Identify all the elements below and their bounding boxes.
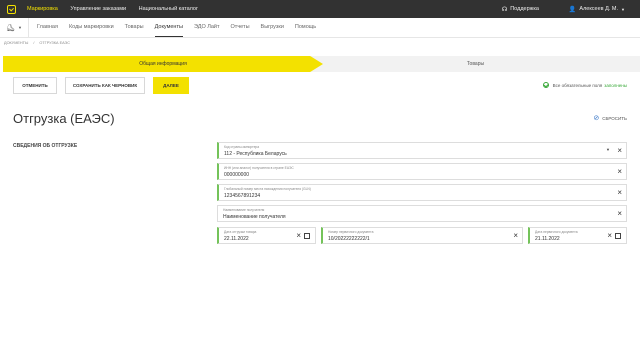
cancel-button[interactable]: ОТМЕНИТЬ <box>13 77 57 94</box>
calendar-icon[interactable] <box>304 233 310 239</box>
doc-date-field[interactable]: Дата первичного документа 21.11.2022 × <box>528 227 627 244</box>
doc-date-label: Дата первичного документа <box>535 230 578 234</box>
top-navbar: Маркировка Управление заказами Националь… <box>0 0 640 18</box>
breadcrumb-documents[interactable]: Документы <box>4 41 28 45</box>
chevron-down-icon: ▼ <box>621 6 625 12</box>
country-value: 112 - Республика Беларусь <box>224 151 287 157</box>
inn-label: ИНН (или аналог) получателя в стране ЕАЭ… <box>224 166 294 170</box>
top-right: ☊ Поддержка 👤 Алексеев Д. М. ▼ <box>502 0 628 18</box>
step-products[interactable]: Товары <box>311 56 640 72</box>
gln-field[interactable]: Глобальный номер места нахождения получа… <box>217 184 627 201</box>
tab-reports[interactable]: Отчеты <box>231 18 250 37</box>
breadcrumb: Документы / Отгрузка ЕАЭС <box>4 41 70 45</box>
clear-icon[interactable]: × <box>617 209 622 219</box>
tab-home[interactable]: Главная <box>37 18 58 37</box>
validation-status: Все обязательные поля заполнены <box>542 82 627 88</box>
wizard-steps: Общая информация Товары <box>3 56 640 72</box>
top-nav-orders[interactable]: Управление заказами <box>70 6 126 12</box>
recipient-label: Наименование получателя <box>223 208 265 212</box>
reset-button[interactable]: ⊘ СБРОСИТЬ <box>593 114 627 122</box>
tab-documents[interactable]: Документы <box>154 18 183 37</box>
tab-edo-lite[interactable]: ЭДО Лайт <box>194 18 220 37</box>
tab-help[interactable]: Помощь <box>295 18 316 37</box>
inn-field[interactable]: ИНН (или аналог) получателя в стране ЕАЭ… <box>217 163 627 180</box>
country-select[interactable]: Код страны-импортера 112 - Республика Бе… <box>217 142 627 159</box>
shoe-icon: ⛸ <box>6 24 15 32</box>
calendar-icon[interactable] <box>615 233 621 239</box>
product-group-selector[interactable]: ⛸ ▼ <box>0 17 29 38</box>
save-draft-button[interactable]: СОХРАНИТЬ КАК ЧЕРНОВИК <box>65 77 145 94</box>
recipient-name-field[interactable]: Наименование получателя Наименование пол… <box>217 205 627 222</box>
user-name: Алексеев Д. М. <box>579 6 619 12</box>
breadcrumb-current: Отгрузка ЕАЭС <box>39 41 71 45</box>
doc-number-field[interactable]: Номер первичного документа 10/2022222222… <box>321 227 523 244</box>
support-link[interactable]: ☊ Поддержка <box>502 6 539 13</box>
top-nav-catalog[interactable]: Национальный каталог <box>139 6 198 12</box>
inn-value: 000000000 <box>224 172 250 178</box>
clear-icon[interactable]: × <box>607 231 612 241</box>
check-circle-icon <box>542 82 549 88</box>
next-button[interactable]: ДАЛЕЕ <box>153 77 189 94</box>
headset-icon: ☊ <box>501 6 508 13</box>
doc-number-value: 10/20222222222/1 <box>328 236 370 242</box>
sub-nav: Главная Коды маркировки Товары Документы… <box>37 18 327 37</box>
recipient-value: Наименование получателя <box>223 214 286 220</box>
step-general-info[interactable]: Общая информация <box>3 56 323 72</box>
ship-date-value: 22.11.2022 <box>224 236 249 242</box>
ship-date-field[interactable]: Дата отгрузки товара 22.11.2022 × <box>217 227 316 244</box>
clear-icon[interactable]: × <box>617 188 622 198</box>
reset-label: СБРОСИТЬ <box>602 115 627 121</box>
doc-number-label: Номер первичного документа <box>328 230 374 234</box>
reset-icon: ⊘ <box>593 115 600 122</box>
top-nav: Маркировка Управление заказами Националь… <box>27 6 209 12</box>
clear-icon[interactable]: × <box>617 167 622 177</box>
top-nav-marking[interactable]: Маркировка <box>27 6 58 12</box>
clear-icon[interactable]: × <box>296 231 301 241</box>
tab-products[interactable]: Товары <box>125 18 144 37</box>
gln-value: 1234567891234 <box>224 193 261 199</box>
gln-label: Глобальный номер места нахождения получа… <box>224 187 311 191</box>
check-logo-icon[interactable] <box>7 4 16 14</box>
breadcrumb-separator: / <box>33 41 35 45</box>
page-title: Отгрузка (ЕАЭС) <box>13 111 115 126</box>
clear-icon[interactable]: × <box>513 231 518 241</box>
tab-exports[interactable]: Выгрузки <box>261 18 284 37</box>
section-navbar: ⛸ ▼ Главная Коды маркировки Товары Докуме… <box>0 17 640 38</box>
chevron-down-icon: ▼ <box>17 25 22 30</box>
user-menu[interactable]: 👤 Алексеев Д. М. ▼ <box>569 6 628 13</box>
clear-icon[interactable]: × <box>617 146 622 156</box>
validation-text: Все обязательные поля <box>552 82 603 88</box>
support-label: Поддержка <box>510 6 539 12</box>
action-buttons: ОТМЕНИТЬ СОХРАНИТЬ КАК ЧЕРНОВИК ДАЛЕЕ <box>13 77 197 94</box>
country-label: Код страны-импортера <box>224 145 260 149</box>
doc-date-value: 21.11.2022 <box>535 236 560 242</box>
chevron-down-icon[interactable]: ▼ <box>606 147 610 152</box>
section-title: СВЕДЕНИЯ ОБ ОТГРУЗКЕ <box>13 143 78 149</box>
validation-highlight: заполнены <box>604 82 627 88</box>
ship-date-label: Дата отгрузки товара <box>224 230 257 234</box>
tab-marking-codes[interactable]: Коды маркировки <box>69 18 114 37</box>
user-icon: 👤 <box>568 6 577 13</box>
